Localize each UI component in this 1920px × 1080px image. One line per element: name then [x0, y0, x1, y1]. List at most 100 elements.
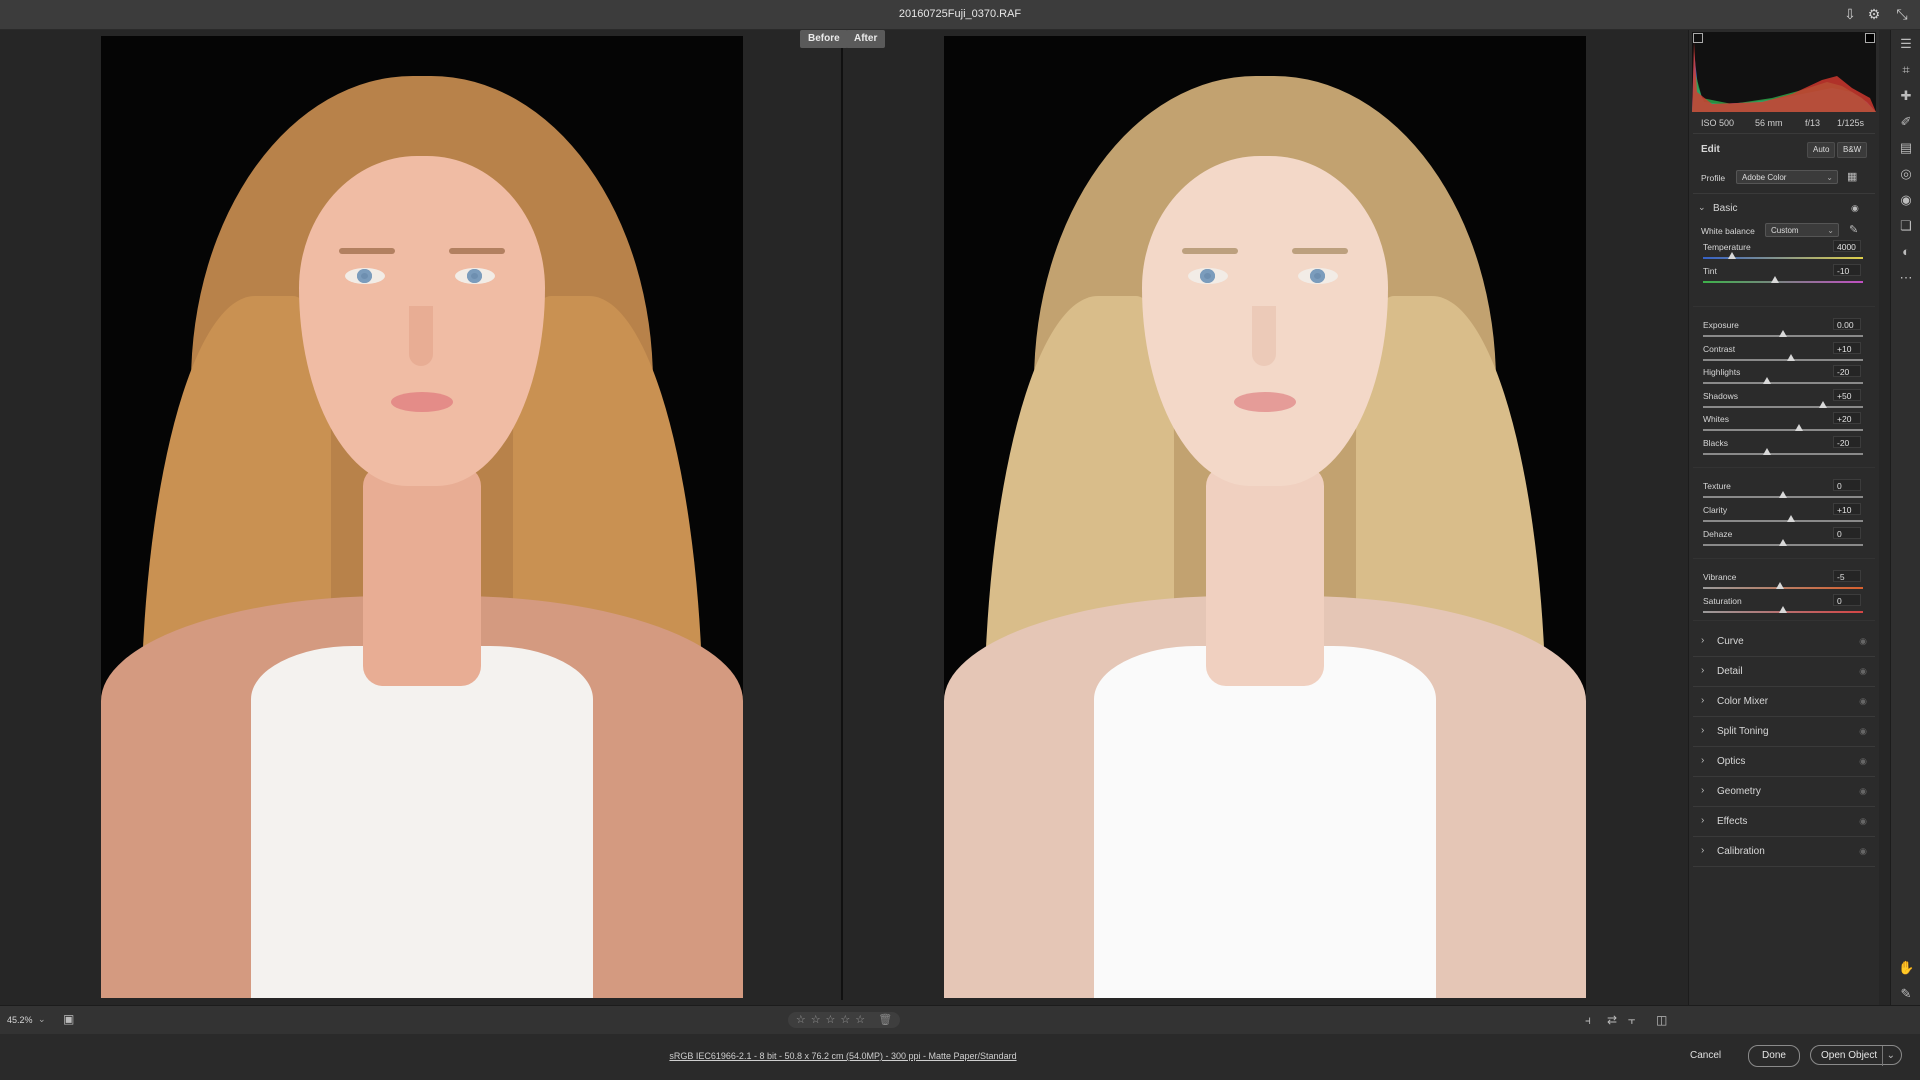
compare-mode-icon[interactable]: ⫞ — [1585, 1013, 1591, 1028]
profile-dropdown[interactable]: Adobe Color ⌄ — [1736, 170, 1838, 184]
filmstrip-icon[interactable]: ▣ — [63, 1012, 74, 1026]
chevron-right-icon[interactable]: › — [1701, 785, 1704, 796]
slider-value-field[interactable]: -20 — [1833, 436, 1861, 448]
auto-button[interactable]: Auto — [1807, 142, 1836, 158]
slider-thumb[interactable] — [1787, 354, 1795, 361]
rating-stars[interactable]: ☆☆☆☆☆ 🗑 — [788, 1012, 900, 1028]
slider-track[interactable] — [1703, 429, 1863, 431]
section-optics[interactable]: › Optics ◉ — [1693, 747, 1875, 777]
chevron-right-icon[interactable]: › — [1701, 725, 1704, 736]
slider-thumb[interactable] — [1819, 401, 1827, 408]
slider-track[interactable] — [1703, 406, 1863, 408]
slider-thumb[interactable] — [1775, 582, 1784, 589]
visibility-icon[interactable]: ◉ — [1859, 846, 1867, 857]
done-button[interactable]: Done — [1748, 1045, 1800, 1067]
visibility-icon[interactable]: ◉ — [1859, 756, 1867, 767]
eyedropper-icon[interactable]: ✎ — [1849, 223, 1858, 236]
slider-track[interactable] — [1703, 281, 1863, 283]
slider-track[interactable] — [1703, 453, 1863, 455]
copy-settings-icon[interactable]: ⫟ — [1628, 1013, 1635, 1028]
radial-icon[interactable]: ◎ — [1898, 166, 1914, 182]
slider-value-field[interactable]: 0 — [1833, 594, 1861, 606]
slider-track[interactable] — [1703, 520, 1863, 522]
section-color-mixer[interactable]: › Color Mixer ◉ — [1693, 687, 1875, 717]
slider-thumb[interactable] — [1771, 276, 1779, 283]
slider-track[interactable] — [1703, 359, 1863, 361]
slider-value-field[interactable]: -5 — [1833, 570, 1861, 582]
basic-title[interactable]: Basic — [1713, 203, 1737, 214]
slider-value-field[interactable]: +10 — [1833, 503, 1861, 515]
compare-divider[interactable] — [841, 30, 843, 1000]
section-effects[interactable]: › Effects ◉ — [1693, 807, 1875, 837]
section-split-toning[interactable]: › Split Toning ◉ — [1693, 717, 1875, 747]
section-calibration[interactable]: › Calibration ◉ — [1693, 837, 1875, 867]
section-geometry[interactable]: › Geometry ◉ — [1693, 777, 1875, 807]
more-icon[interactable]: ⋯ — [1898, 270, 1914, 286]
slider-thumb[interactable] — [1779, 539, 1787, 546]
slider-value-field[interactable]: 0 — [1833, 527, 1861, 539]
slider-value-field[interactable]: -10 — [1833, 264, 1861, 276]
slider-value-field[interactable]: +10 — [1833, 342, 1861, 354]
gradient-icon[interactable]: ▤ — [1898, 140, 1914, 156]
snapshots-icon[interactable]: ❏ — [1898, 218, 1914, 234]
visibility-icon[interactable]: ◉ — [1859, 666, 1867, 677]
after-label[interactable]: After — [846, 30, 886, 48]
slider-value-field[interactable]: 0.00 — [1833, 318, 1861, 330]
slider-track[interactable] — [1703, 382, 1863, 384]
section-detail[interactable]: › Detail ◉ — [1693, 657, 1875, 687]
collapse-icon[interactable]: ⤡ — [1894, 6, 1910, 22]
split-view-icon[interactable]: ◫ — [1656, 1013, 1667, 1027]
presets-icon[interactable]: ◐ — [1898, 244, 1914, 260]
slider-thumb[interactable] — [1779, 491, 1787, 498]
chevron-right-icon[interactable]: › — [1701, 845, 1704, 856]
slider-value-field[interactable]: -20 — [1833, 365, 1861, 377]
wb-dropdown[interactable]: Custom ⌄ — [1765, 223, 1839, 237]
chevron-right-icon[interactable]: › — [1701, 815, 1704, 826]
basic-visibility-icon[interactable]: ◉ — [1851, 203, 1859, 214]
swap-icon[interactable]: ⇄ — [1607, 1013, 1617, 1027]
chevron-right-icon[interactable]: › — [1701, 755, 1704, 766]
zoom-level[interactable]: 45.2% — [7, 1015, 33, 1025]
slider-thumb[interactable] — [1763, 448, 1771, 455]
cancel-button[interactable]: Cancel — [1690, 1050, 1721, 1061]
gear-icon[interactable]: ⚙ — [1866, 6, 1882, 22]
slider-thumb[interactable] — [1727, 252, 1736, 259]
slider-value-field[interactable]: 0 — [1833, 479, 1861, 491]
after-photo[interactable] — [944, 36, 1586, 998]
rating-stars-text[interactable]: ☆☆☆☆☆ — [796, 1014, 870, 1026]
slider-thumb[interactable] — [1779, 330, 1787, 337]
shadow-clip-icon[interactable] — [1693, 33, 1703, 43]
brush-icon[interactable]: ✐ — [1898, 114, 1914, 130]
open-object-button[interactable]: Open Object ⌄ — [1810, 1045, 1902, 1066]
histogram[interactable] — [1692, 32, 1876, 112]
zoom-chevron-icon[interactable]: ⌄ — [38, 1014, 46, 1025]
slider-thumb[interactable] — [1795, 424, 1803, 431]
before-photo[interactable] — [101, 36, 743, 998]
before-label[interactable]: Before — [800, 30, 848, 48]
hand-icon[interactable]: ✋ — [1898, 960, 1914, 976]
edit-tool-icon[interactable]: ☰ — [1898, 36, 1914, 52]
save-icon[interactable]: ⇩ — [1842, 6, 1858, 22]
slider-value-field[interactable]: +20 — [1833, 412, 1861, 424]
file-info-link[interactable]: sRGB IEC61966-2.1 - 8 bit - 50.8 x 76.2 … — [0, 1051, 1686, 1061]
basic-chevron-icon[interactable]: ⌄ — [1698, 202, 1706, 213]
chevron-down-icon[interactable]: ⌄ — [1881, 1046, 1895, 1066]
redeye-icon[interactable]: ◉ — [1898, 192, 1914, 208]
section-curve[interactable]: › Curve ◉ — [1693, 627, 1875, 657]
healing-icon[interactable]: ✚ — [1898, 88, 1914, 104]
visibility-icon[interactable]: ◉ — [1859, 816, 1867, 827]
slider-value-field[interactable]: +50 — [1833, 389, 1861, 401]
profile-browser-icon[interactable]: ▦ — [1847, 170, 1857, 183]
visibility-icon[interactable]: ◉ — [1859, 726, 1867, 737]
visibility-icon[interactable]: ◉ — [1859, 636, 1867, 647]
slider-thumb[interactable] — [1763, 377, 1771, 384]
slider-thumb[interactable] — [1787, 515, 1795, 522]
highlight-clip-icon[interactable] — [1865, 33, 1875, 43]
trash-icon[interactable]: 🗑 — [878, 1014, 892, 1026]
slider-value-field[interactable]: 4000 — [1833, 240, 1861, 252]
chevron-right-icon[interactable]: › — [1701, 695, 1704, 706]
chevron-right-icon[interactable]: › — [1701, 635, 1704, 646]
crop-icon[interactable]: ⌗ — [1898, 62, 1914, 78]
slider-thumb[interactable] — [1779, 606, 1787, 613]
sampler-icon[interactable]: ✎ — [1898, 986, 1914, 1002]
